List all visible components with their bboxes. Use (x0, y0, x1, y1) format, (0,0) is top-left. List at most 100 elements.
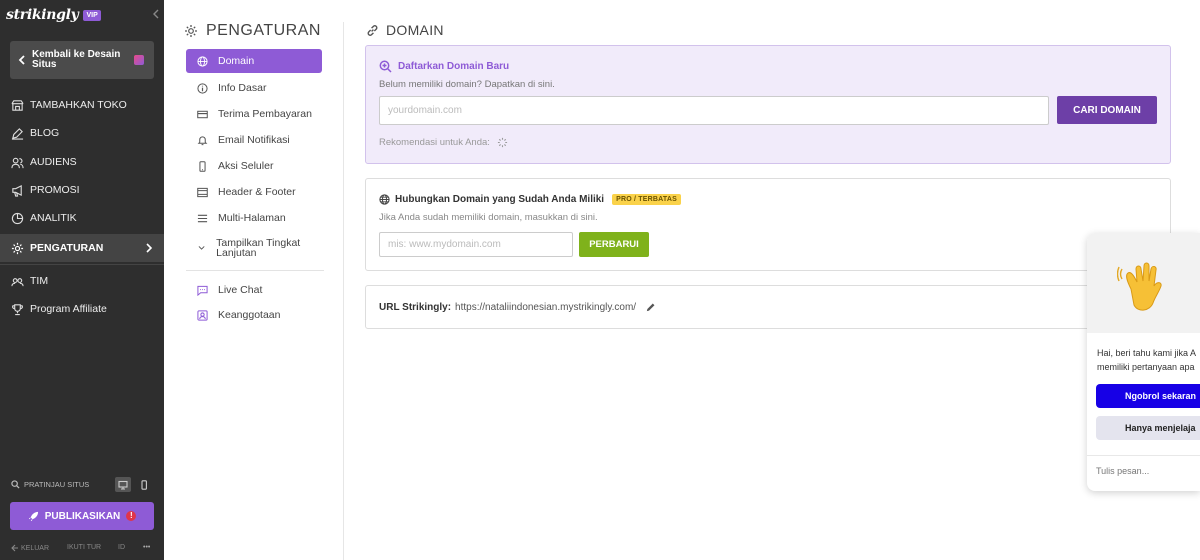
search-icon (11, 480, 20, 489)
language-selector[interactable]: ID (118, 544, 125, 551)
info-icon (197, 82, 208, 94)
sidebar-item-analytics[interactable]: ANALITIK (0, 204, 164, 232)
search-domain-button[interactable]: CARI DOMAIN (1057, 96, 1157, 124)
more-icon: ••• (143, 544, 151, 551)
language-label: ID (118, 544, 125, 551)
chat-now-button[interactable]: Ngobrol sekaran (1096, 384, 1200, 408)
chat-message: Hai, beri tahu kami jika A memiliki pert… (1097, 346, 1196, 374)
settings-title: PENGATURAN (206, 22, 321, 39)
recommendations: Rekomendasi untuk Anda: (379, 137, 508, 148)
strikingly-logo[interactable]: strikingly VIP (6, 7, 101, 23)
gear-icon (11, 242, 24, 255)
header-footer-icon (197, 187, 208, 198)
collapse-sidebar-icon[interactable] (150, 8, 162, 20)
site-thumbnail-icon (134, 55, 144, 65)
loading-spinner-icon (497, 137, 507, 148)
arrow-left-icon (17, 55, 27, 65)
connect-domain-title: Hubungkan Domain yang Sudah Anda Miliki (395, 194, 605, 205)
strikingly-url-row: URL Strikingly: https://nataliindonesian… (379, 302, 656, 313)
rocket-icon (28, 511, 38, 521)
settings-item-email-notifications[interactable]: Email Notifikasi (186, 128, 322, 152)
settings-item-membership[interactable]: Keanggotaan (186, 303, 322, 327)
chat-message-line: memiliki pertanyaan apa (1097, 362, 1195, 372)
site-preview: PRATINJAU SITUS (11, 480, 89, 489)
column-divider (343, 22, 344, 560)
sidebar-item-team[interactable]: TIM (0, 267, 164, 295)
settings-item-live-chat[interactable]: Live Chat (186, 278, 322, 302)
settings-item-label: Info Dasar (218, 82, 267, 94)
tour-label: IKUTI TUR (67, 544, 102, 551)
sidebar-item-blog[interactable]: BLOG (0, 119, 164, 147)
bell-icon (197, 135, 208, 146)
pages-icon (197, 213, 208, 224)
settings-item-label: Tampilkan Tingkat Lanjutan (216, 237, 301, 259)
register-domain-header: Daftarkan Domain Baru (379, 60, 509, 73)
globe-icon (379, 194, 390, 205)
register-domain-card: Daftarkan Domain Baru Belum memiliki dom… (365, 45, 1171, 164)
settings-item-multi-page[interactable]: Multi-Halaman (186, 206, 322, 230)
settings-item-show-advanced[interactable]: Tampilkan Tingkat Lanjutan (186, 234, 322, 262)
tour-link[interactable]: IKUTI TUR (67, 544, 101, 551)
sidebar-item-label: PROMOSI (30, 184, 80, 196)
settings-item-payments[interactable]: Terima Pembayaran (186, 102, 322, 126)
update-domain-button[interactable]: PERBARUI (579, 232, 649, 257)
sidebar-item-label: TIM (30, 275, 49, 287)
chat-message-input[interactable]: Tulis pesan... (1087, 455, 1200, 491)
domain-heading: DOMAIN (366, 22, 444, 38)
logout-icon (11, 544, 18, 552)
connect-domain-header: Hubungkan Domain yang Sudah Anda Miliki … (379, 194, 681, 205)
waving-hand-icon (1117, 262, 1162, 311)
sidebar-item-audience[interactable]: AUDIENS (0, 148, 164, 176)
sidebar-item-label: PENGATURAN (30, 242, 104, 254)
settings-item-label: Terima Pembayaran (218, 108, 312, 120)
desktop-icon (118, 480, 128, 490)
connect-domain-subtitle: Jika Anda sudah memiliki domain, masukka… (379, 212, 598, 223)
vip-badge: VIP (83, 9, 101, 21)
mobile-preview-button[interactable] (136, 477, 152, 492)
logout-link[interactable]: KELUAR (10, 544, 49, 552)
publish-label: PUBLIKASIKAN (44, 510, 121, 522)
recommendations-label: Rekomendasi untuk Anda: (379, 137, 490, 148)
settings-item-label: Aksi Seluler (218, 160, 274, 172)
store-icon (11, 99, 24, 112)
settings-item-label: Keanggotaan (218, 309, 281, 321)
sidebar-item-label: Program Affiliate (30, 303, 107, 315)
chat-header (1087, 233, 1200, 333)
preview-label: PRATINJAU SITUS (24, 480, 90, 489)
sidebar-item-label: AUDIENS (30, 156, 77, 168)
settings-item-header-footer[interactable]: Header & Footer (186, 180, 322, 204)
logout-label: KELUAR (21, 544, 50, 552)
settings-item-domain[interactable]: Domain (186, 49, 322, 73)
pen-icon (11, 127, 24, 140)
app-sidebar: strikingly VIP Kembali ke Desain Situs T… (0, 0, 164, 560)
settings-item-label: Live Chat (218, 284, 263, 296)
just-browsing-button[interactable]: Hanya menjelaja (1096, 416, 1200, 440)
edit-pencil-icon[interactable] (645, 302, 656, 313)
chat-icon (197, 285, 208, 296)
chat-widget: Hai, beri tahu kami jika A memiliki pert… (1087, 233, 1200, 491)
settings-item-mobile-actions[interactable]: Aksi Seluler (186, 154, 322, 178)
desktop-preview-button[interactable] (115, 477, 131, 492)
custom-domain-input[interactable] (379, 232, 573, 257)
chevron-down-icon (197, 243, 206, 254)
sidebar-item-promotion[interactable]: PROMOSI (0, 176, 164, 204)
more-menu-button[interactable]: ••• (143, 544, 150, 551)
sidebar-item-settings[interactable]: PENGATURAN (0, 234, 164, 262)
search-plus-icon (379, 60, 392, 73)
credit-card-icon (197, 109, 208, 120)
settings-item-label: Header & Footer (218, 186, 296, 198)
publish-button[interactable]: PUBLIKASIKAN ! (10, 502, 154, 530)
register-domain-title: Daftarkan Domain Baru (398, 61, 510, 72)
membership-icon (197, 309, 208, 321)
domain-search-input[interactable] (379, 96, 1049, 125)
sidebar-item-affiliate[interactable]: Program Affiliate (0, 295, 164, 323)
settings-item-basic-info[interactable]: Info Dasar (186, 76, 322, 100)
back-to-design-button[interactable]: Kembali ke Desain Situs (10, 41, 154, 79)
sidebar-item-label: TAMBAHKAN TOKO (30, 99, 127, 111)
domain-title: DOMAIN (386, 22, 444, 38)
register-domain-subtitle: Belum memiliki domain? Dapatkan di sini. (379, 79, 555, 90)
chat-message-line: Hai, beri tahu kami jika A (1097, 348, 1197, 358)
sidebar-item-store[interactable]: TAMBAHKAN TOKO (0, 91, 164, 119)
chevron-right-icon (144, 243, 153, 253)
link-icon (367, 24, 378, 36)
